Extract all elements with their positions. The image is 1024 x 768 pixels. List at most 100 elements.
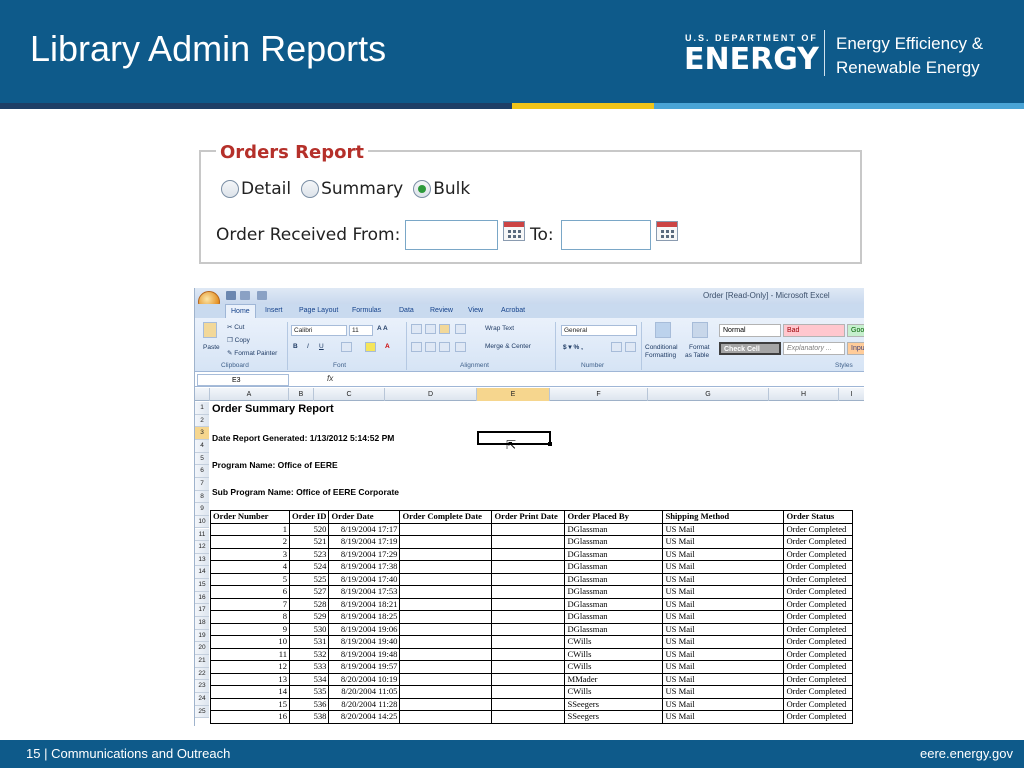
cell-order-date[interactable]: 8/20/2004 11:05 [328,685,401,699]
cell-print-date[interactable] [491,597,566,611]
increase-decimal-icon[interactable] [611,342,622,352]
footer-site[interactable]: eere.energy.gov [920,746,1013,761]
cell-placed-by[interactable]: CWills [564,685,664,699]
cell-order-number[interactable]: 3 [210,547,290,561]
cell-order-id[interactable]: 524 [288,560,330,574]
orientation-icon[interactable] [455,324,466,334]
cell-print-date[interactable] [491,635,566,649]
cell-order-date[interactable]: 8/19/2004 17:19 [328,535,401,549]
format-table-icon[interactable] [692,322,708,338]
tab-acrobat[interactable]: Acrobat [501,307,525,314]
cell-order-number[interactable]: 15 [210,697,290,711]
cell-placed-by[interactable]: MMader [564,672,664,686]
style-bad[interactable]: Bad [783,324,845,337]
cell-print-date[interactable] [491,610,566,624]
cell-shipping-method[interactable]: US Mail [662,572,785,586]
row-header[interactable]: 18 [195,617,209,630]
row-header[interactable]: 9 [195,503,209,516]
conditional-formatting-label-1[interactable]: Conditional [645,344,678,351]
cell-order-number[interactable]: 12 [210,660,290,674]
style-check-cell[interactable]: Check Cell [719,342,781,355]
cell-order-number[interactable]: 9 [210,622,290,636]
tab-page-layout[interactable]: Page Layout [299,307,338,314]
cell-placed-by[interactable]: DGlassman [564,610,664,624]
cell-complete-date[interactable] [399,610,493,624]
cell-order-id[interactable]: 536 [288,697,330,711]
radio-summary[interactable] [301,180,320,198]
row-header[interactable]: 4 [195,439,209,453]
cell-print-date[interactable] [491,547,566,561]
tab-home[interactable]: Home [225,304,256,318]
cell-order-number[interactable]: 11 [210,647,290,661]
calendar-icon[interactable] [503,221,525,241]
cell-shipping-method[interactable]: US Mail [662,685,785,699]
cell-placed-by[interactable]: DGlassman [564,597,664,611]
row-header[interactable]: 1 [195,402,209,415]
tab-data[interactable]: Data [399,307,414,314]
cell-order-id[interactable]: 533 [288,660,330,674]
merge-center-button[interactable]: Merge & Center [485,343,531,350]
row-header[interactable]: 16 [195,591,209,605]
cell-placed-by[interactable]: SSeegers [564,710,664,724]
indent-icon[interactable] [455,342,466,352]
cell-order-status[interactable]: Order Completed [783,597,854,611]
cell-order-date[interactable]: 8/19/2004 17:17 [328,522,401,536]
cell-shipping-method[interactable]: US Mail [662,635,785,649]
cell-placed-by[interactable]: DGlassman [564,547,664,561]
cut-button[interactable]: ✂ Cut [227,323,244,331]
cell-shipping-method[interactable]: US Mail [662,597,785,611]
cell-placed-by[interactable]: CWills [564,635,664,649]
cell-complete-date[interactable] [399,535,493,549]
fill-handle[interactable] [548,442,552,446]
cell-order-id[interactable]: 520 [288,522,330,536]
column-header[interactable]: D [385,388,477,401]
bold-button[interactable]: B [293,343,298,350]
cell-placed-by[interactable]: DGlassman [564,535,664,549]
cell-shipping-method[interactable]: US Mail [662,672,785,686]
fill-color-icon[interactable] [365,342,376,352]
row-header[interactable]: 21 [195,655,209,668]
cell-complete-date[interactable] [399,710,493,724]
cell-shipping-method[interactable]: US Mail [662,547,785,561]
cell-order-status[interactable]: Order Completed [783,522,854,536]
column-header[interactable]: A [210,388,289,401]
cell-order-number[interactable]: 8 [210,610,290,624]
cell-complete-date[interactable] [399,647,493,661]
font-size-select[interactable]: 11 [349,325,373,336]
decrease-decimal-icon[interactable] [625,342,636,352]
cell-shipping-method[interactable]: US Mail [662,585,785,599]
save-icon[interactable] [226,291,236,300]
cell-order-id[interactable]: 538 [288,710,330,724]
row-header[interactable]: 25 [195,705,209,719]
report-type-summary[interactable]: Summary [301,179,403,199]
cell-order-id[interactable]: 527 [288,585,330,599]
cell-order-id[interactable]: 532 [288,647,330,661]
cell-complete-date[interactable] [399,635,493,649]
row-header[interactable]: 7 [195,477,209,491]
cell-order-status[interactable]: Order Completed [783,610,854,624]
cell-print-date[interactable] [491,585,566,599]
font-grow-icon[interactable]: A A [377,325,388,332]
font-name-select[interactable]: Calibri [291,325,347,336]
cell-placed-by[interactable]: CWills [564,647,664,661]
cell-order-id[interactable]: 523 [288,547,330,561]
align-left-icon[interactable] [411,342,422,352]
cell-placed-by[interactable]: CWills [564,660,664,674]
cell-order-id[interactable]: 521 [288,535,330,549]
report-type-detail[interactable]: Detail [221,179,291,199]
cell-order-id[interactable]: 531 [288,635,330,649]
row-header[interactable]: 12 [195,541,209,554]
cell-order-date[interactable]: 8/19/2004 19:48 [328,647,401,661]
cell-order-id[interactable]: 529 [288,610,330,624]
cell-order-number[interactable]: 16 [210,710,290,724]
number-format-select[interactable]: General [561,325,637,336]
column-header[interactable]: I [839,388,864,401]
cell-order-number[interactable]: 7 [210,597,290,611]
style-input[interactable]: Inpu [847,342,864,355]
format-painter-button[interactable]: ✎ Format Painter [227,349,277,357]
cell-shipping-method[interactable]: US Mail [662,647,785,661]
conditional-formatting-icon[interactable] [655,322,671,338]
cell-complete-date[interactable] [399,560,493,574]
row-header[interactable]: 11 [195,528,209,542]
cell-print-date[interactable] [491,697,566,711]
